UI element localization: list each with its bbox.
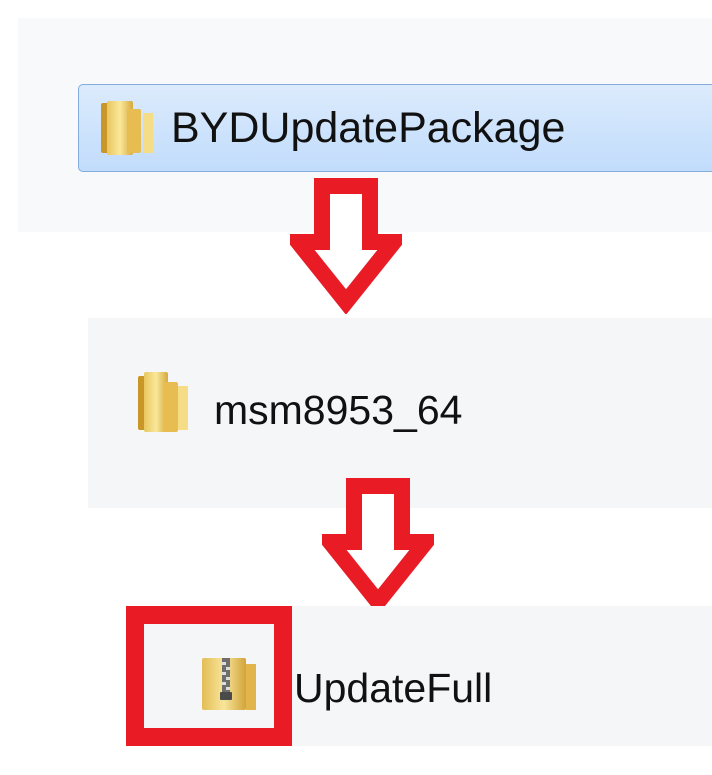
down-arrow-icon [322, 478, 434, 614]
folder-label[interactable]: msm8953_64 [214, 386, 462, 434]
folder-icon [97, 99, 157, 162]
file-label[interactable]: UpdateFull [294, 664, 492, 712]
down-arrow-icon [290, 178, 402, 314]
highlight-box [126, 606, 292, 746]
folder-icon [136, 370, 192, 439]
folder-label: BYDUpdatePackage [171, 104, 566, 152]
instruction-figure: BYDUpdatePackage msm8953_64 UpdateFull [0, 0, 712, 775]
folder-row-bydupdatepackage[interactable]: BYDUpdatePackage [78, 84, 712, 172]
